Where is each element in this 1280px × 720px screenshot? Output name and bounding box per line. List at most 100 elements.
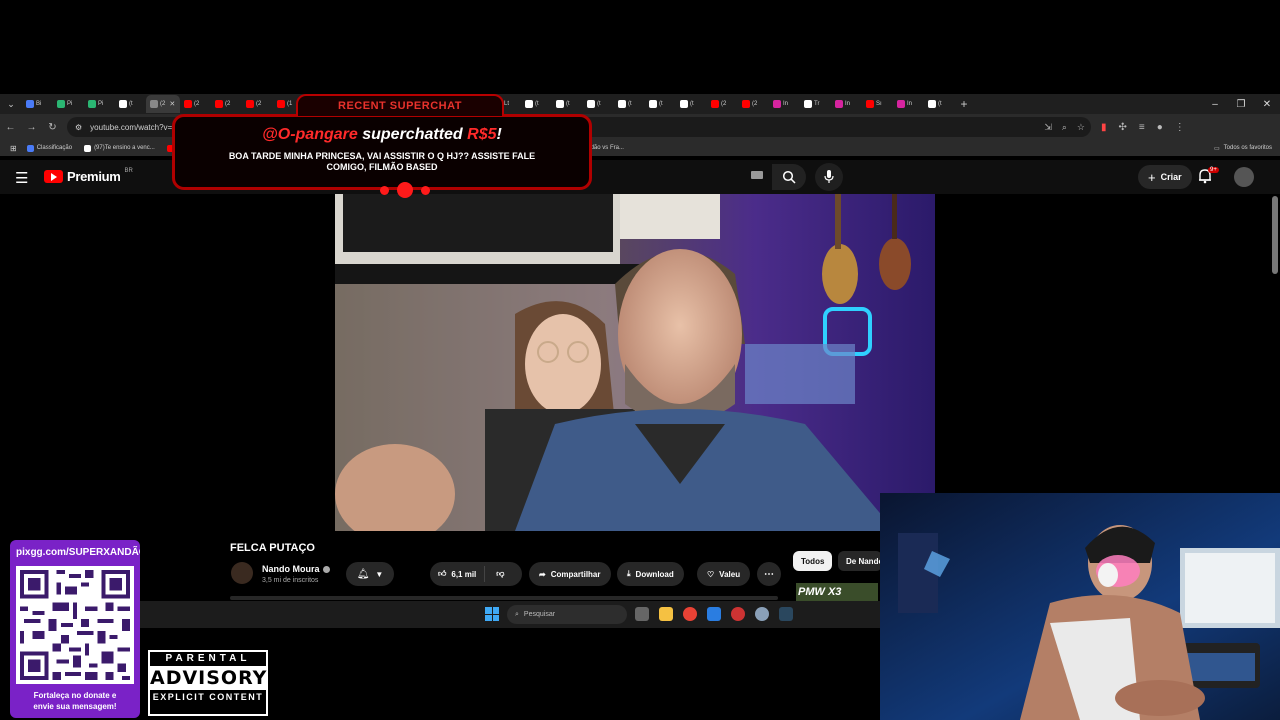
- taskbar-search-input[interactable]: ⌕ Pesquisar: [507, 605, 627, 624]
- media-icon[interactable]: ≡: [1139, 122, 1145, 133]
- tab-favicon-icon: [119, 100, 127, 108]
- browser-tab[interactable]: Tr: [800, 95, 831, 113]
- thanks-button[interactable]: ♡ Valeu: [697, 562, 751, 586]
- tab-search-icon[interactable]: ⌄: [0, 94, 22, 114]
- tab-label: In: [845, 101, 851, 107]
- browser-tab[interactable]: (t: [614, 95, 645, 113]
- menu-icon[interactable]: ⋮: [1175, 122, 1185, 133]
- plus-icon: +: [1148, 169, 1156, 185]
- tab-favicon-icon: [57, 100, 65, 108]
- taskbar-search-placeholder: Pesquisar: [523, 611, 556, 618]
- tab-label: (t: [628, 101, 632, 107]
- youtube-play-icon: [44, 170, 63, 183]
- parental-advisory-logo: PARENTAL ADVISORY EXPLICIT CONTENT: [148, 650, 268, 716]
- donate-caption: Fortaleça no donate e envie sua mensagem…: [10, 690, 140, 712]
- subscription-bell-button[interactable]: 🔔︎ ▼: [346, 562, 394, 586]
- search-icon: [782, 170, 796, 184]
- keyboard-icon[interactable]: [751, 171, 763, 179]
- dislike-button[interactable]: 👎︎: [490, 569, 504, 579]
- browser-tab[interactable]: Sı: [862, 95, 893, 113]
- task-view-icon[interactable]: [635, 607, 649, 621]
- like-dislike-group: 👍︎ 6,1 mil 👎︎: [430, 562, 522, 586]
- browser-tab[interactable]: Pi: [53, 95, 84, 113]
- tab-favicon-icon: [928, 100, 936, 108]
- browser-tab[interactable]: (t: [676, 95, 707, 113]
- install-icon[interactable]: ⇲: [1044, 122, 1052, 133]
- youtube-logo-text: Premium: [67, 169, 121, 184]
- minimize-icon[interactable]: –: [1202, 99, 1228, 110]
- chip-all[interactable]: Todos: [793, 551, 833, 571]
- share-button[interactable]: ➦ Compartilhar: [529, 562, 611, 586]
- youtube-logo[interactable]: Premium BR: [44, 168, 133, 184]
- tab-favicon-icon: [150, 100, 158, 108]
- voice-search-button[interactable]: [815, 163, 843, 191]
- browser-tab[interactable]: (2: [738, 95, 769, 113]
- bookmark-star-icon[interactable]: ☆: [1077, 122, 1085, 133]
- zoom-icon[interactable]: ⌕: [1062, 122, 1067, 133]
- browser-tab[interactable]: (t: [645, 95, 676, 113]
- folder-icon: ▭: [1213, 145, 1220, 152]
- bookmark-item[interactable]: Classificação: [26, 144, 72, 152]
- description-box[interactable]: [230, 596, 778, 600]
- hamburger-menu-icon[interactable]: ☰: [15, 169, 28, 187]
- channel-name-link[interactable]: Nando Moura: [262, 564, 330, 574]
- browser-tab[interactable]: In: [769, 95, 800, 113]
- tab-favicon-icon: [866, 100, 874, 108]
- chip-channel[interactable]: De Nando: [838, 551, 882, 571]
- steam-icon[interactable]: [779, 607, 793, 621]
- restore-icon[interactable]: ❐: [1228, 99, 1254, 110]
- chrome-icon[interactable]: [683, 607, 697, 621]
- browser-tab[interactable]: Pi: [84, 95, 115, 113]
- download-button[interactable]: ⤓ Download: [617, 562, 684, 586]
- create-button[interactable]: + Criar: [1138, 165, 1192, 189]
- profile-icon[interactable]: ●: [1157, 122, 1163, 133]
- tab-favicon-icon: [804, 100, 812, 108]
- more-actions-button[interactable]: ⋯: [757, 562, 781, 586]
- puzzle-icon[interactable]: ✣: [1119, 122, 1127, 133]
- reload-icon[interactable]: ↻: [42, 122, 63, 133]
- windows-start-icon[interactable]: [485, 607, 499, 621]
- tab-label: In: [907, 101, 913, 107]
- tab-favicon-icon: [711, 100, 719, 108]
- donate-caption-line1: Fortaleça no donate e: [33, 691, 117, 700]
- window-controls: – ❐ ✕: [1202, 99, 1280, 110]
- bookmark-favicon-icon: [26, 144, 34, 152]
- file-explorer-icon[interactable]: [659, 607, 673, 621]
- tab-label: Sı: [876, 101, 882, 107]
- browser-tab[interactable]: (t: [115, 95, 146, 113]
- browser-tab[interactable]: Bi: [22, 95, 53, 113]
- search-button[interactable]: [772, 164, 806, 190]
- channel-avatar[interactable]: [231, 562, 253, 584]
- browser-tab[interactable]: (2: [707, 95, 738, 113]
- browser-tab[interactable]: In: [831, 95, 862, 113]
- app-blue-icon[interactable]: [707, 607, 721, 621]
- back-icon[interactable]: ←: [0, 122, 21, 133]
- all-bookmarks-label: Todos os favoritos: [1223, 145, 1272, 151]
- apps-icon[interactable]: ⊞: [10, 144, 17, 153]
- page-scrollbar[interactable]: [1272, 196, 1278, 274]
- tab-label: (2: [160, 101, 166, 107]
- all-bookmarks[interactable]: ▭ Todos os favoritos: [1214, 145, 1272, 152]
- bell-icon: 🔔︎: [356, 568, 370, 580]
- like-button[interactable]: 👍︎ 6,1 mil: [430, 566, 486, 582]
- app-red-icon[interactable]: [731, 607, 745, 621]
- forward-icon[interactable]: →: [21, 122, 42, 133]
- qr-code-icon: [16, 566, 134, 684]
- notification-count-badge: 9+: [1208, 167, 1219, 173]
- new-tab-button[interactable]: +: [955, 97, 973, 111]
- settings-icon[interactable]: [755, 607, 769, 621]
- site-info-icon[interactable]: ⚙: [75, 123, 82, 132]
- browser-tab[interactable]: In: [893, 95, 924, 113]
- video-player[interactable]: [335, 194, 935, 531]
- bookmark-favicon-icon: [84, 144, 92, 152]
- subscriber-count: 3,5 mi de inscritos: [262, 577, 319, 584]
- close-window-icon[interactable]: ✕: [1254, 99, 1280, 110]
- windows-taskbar: ⌕ Pesquisar: [140, 601, 880, 628]
- tab-favicon-icon: [26, 100, 34, 108]
- bookmark-item[interactable]: (97)Te ensino a venc...: [84, 144, 155, 152]
- share-icon: ➦: [539, 569, 546, 579]
- user-avatar[interactable]: [1234, 167, 1254, 187]
- browser-tab[interactable]: (t: [924, 95, 955, 113]
- create-label: Criar: [1160, 172, 1182, 182]
- extension-icon[interactable]: ▮: [1101, 122, 1107, 133]
